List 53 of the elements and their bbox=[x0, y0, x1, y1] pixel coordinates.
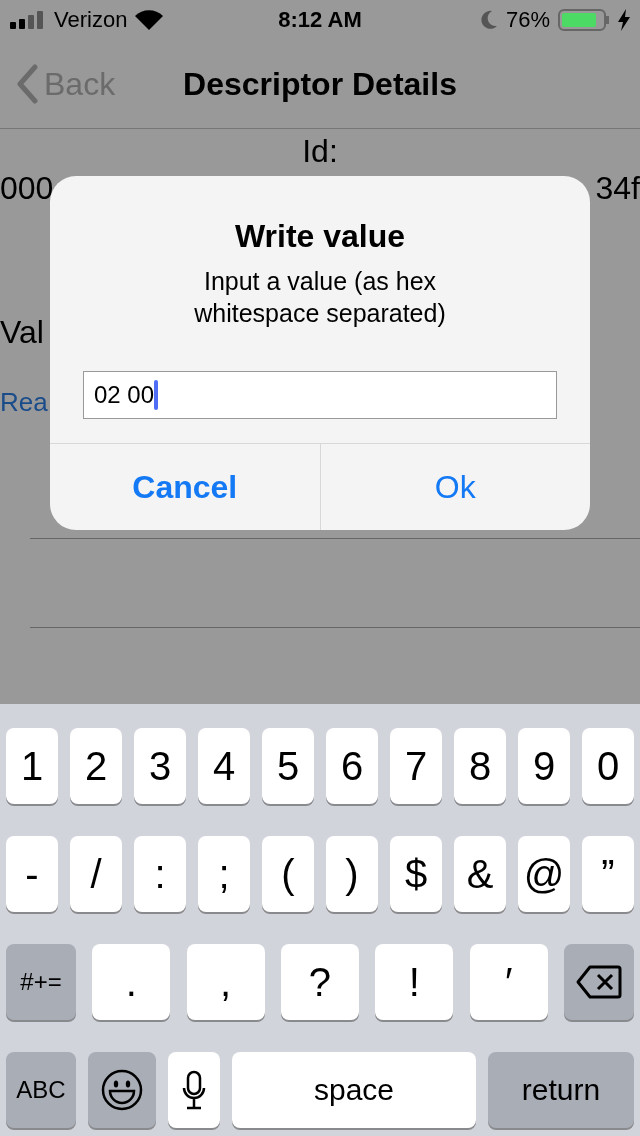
screen-title: Descriptor Details bbox=[183, 65, 457, 103]
text-cursor bbox=[154, 380, 159, 410]
delete-key[interactable] bbox=[563, 944, 634, 1020]
key[interactable]: ; bbox=[198, 836, 250, 912]
key[interactable]: 9 bbox=[518, 728, 570, 804]
dictation-key[interactable] bbox=[168, 1052, 220, 1128]
key[interactable]: 8 bbox=[454, 728, 506, 804]
key[interactable]: $ bbox=[390, 836, 442, 912]
key[interactable]: ? bbox=[281, 944, 359, 1020]
key[interactable]: @ bbox=[518, 836, 570, 912]
dialog-message: Input a value (as hex whitespace separated) bbox=[193, 266, 447, 329]
mode-key[interactable]: ABC bbox=[6, 1052, 76, 1128]
key[interactable]: - bbox=[6, 836, 58, 912]
id-value: 000 bbox=[0, 170, 54, 206]
input-field[interactable]: 02 00 bbox=[83, 371, 557, 419]
mode-key[interactable]: #+= bbox=[6, 944, 76, 1020]
key[interactable]: , bbox=[186, 944, 265, 1020]
space-key[interactable]: space bbox=[232, 1052, 476, 1128]
value-label: Val bbox=[0, 314, 44, 351]
clock-time: 8:12 AM bbox=[278, 7, 362, 33]
dialog-title: Write value bbox=[234, 218, 406, 255]
key[interactable]: . bbox=[92, 944, 171, 1020]
battery-icon bbox=[558, 8, 610, 32]
key[interactable]: 4 bbox=[198, 728, 250, 804]
key[interactable]: 0 bbox=[582, 728, 634, 804]
key[interactable]: 3 bbox=[134, 728, 186, 804]
key[interactable]: 1 bbox=[6, 728, 58, 804]
key[interactable]: ! bbox=[375, 944, 454, 1020]
smiley-icon bbox=[101, 1069, 143, 1111]
emoji-key[interactable] bbox=[88, 1052, 156, 1128]
key[interactable]: ( bbox=[262, 836, 314, 912]
key[interactable]: & bbox=[454, 836, 506, 912]
key[interactable]: / bbox=[70, 836, 122, 912]
delete-icon bbox=[575, 965, 622, 999]
key[interactable]: 6 bbox=[326, 728, 378, 804]
key[interactable]: ′ bbox=[469, 944, 548, 1020]
ok-button[interactable]: Ok bbox=[319, 444, 590, 530]
key[interactable]: 5 bbox=[262, 728, 314, 804]
return-key[interactable]: return bbox=[488, 1052, 634, 1128]
id-value: 34f bbox=[595, 170, 640, 206]
id-label: Id: bbox=[302, 133, 338, 170]
key[interactable]: ) bbox=[326, 836, 378, 912]
microphone-icon bbox=[181, 1070, 207, 1110]
key[interactable]: ” bbox=[582, 836, 634, 912]
signal-icon bbox=[10, 11, 46, 29]
carrier-name: Verizon bbox=[54, 7, 128, 33]
battery-percent: 76% bbox=[505, 7, 550, 33]
key[interactable]: 2 bbox=[70, 728, 122, 804]
chevron-left-icon bbox=[16, 64, 38, 104]
key[interactable]: 7 bbox=[390, 728, 442, 804]
wifi-icon bbox=[135, 10, 164, 30]
key[interactable]: : bbox=[134, 836, 186, 912]
cancel-button[interactable]: Cancel bbox=[50, 444, 320, 530]
